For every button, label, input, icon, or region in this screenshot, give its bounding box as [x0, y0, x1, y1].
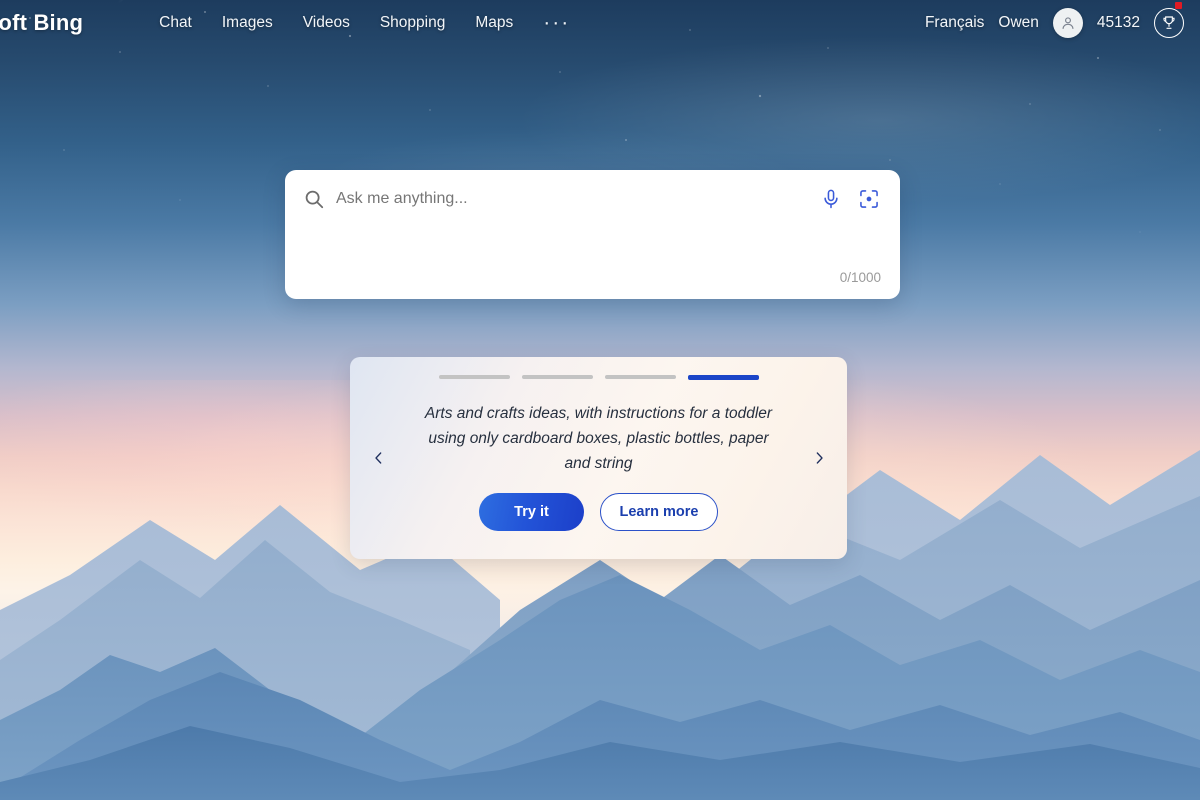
notification-badge — [1175, 2, 1182, 9]
suggestion-card-buttons: Try it Learn more — [479, 492, 718, 531]
carousel-next-button[interactable] — [806, 443, 832, 473]
search-box-top-row — [285, 170, 900, 228]
character-counter: 0/1000 — [839, 270, 881, 285]
bing-homepage: soft Bing Chat Images Videos Shopping Ma… — [0, 0, 1200, 800]
nav-videos[interactable]: Videos — [303, 14, 350, 32]
account-name[interactable]: Owen — [998, 14, 1039, 32]
carousel-indicators — [438, 375, 759, 380]
bing-logo[interactable]: soft Bing — [0, 10, 83, 36]
avatar[interactable] — [1052, 8, 1083, 38]
suggestion-card: Arts and crafts ideas, with instructions… — [350, 357, 847, 559]
language-selector[interactable]: Français — [925, 14, 984, 32]
main-navigation: Chat Images Videos Shopping Maps ··· — [159, 12, 570, 33]
search-box[interactable]: 0/1000 — [285, 170, 900, 299]
nav-maps[interactable]: Maps — [475, 14, 513, 32]
nav-more-icon[interactable]: ··· — [543, 12, 570, 33]
try-it-button[interactable]: Try it — [479, 492, 584, 531]
header-right-actions: Français Owen 45132 — [925, 2, 1190, 38]
carousel-indicator-2[interactable] — [521, 375, 593, 379]
top-header: soft Bing Chat Images Videos Shopping Ma… — [0, 0, 1200, 46]
learn-more-button[interactable]: Learn more — [600, 492, 718, 531]
chevron-left-icon — [374, 452, 381, 464]
search-icon — [302, 187, 326, 211]
chevron-right-icon — [816, 452, 823, 464]
carousel-indicator-3[interactable] — [604, 375, 676, 379]
carousel-prev-button[interactable] — [365, 443, 391, 473]
search-input[interactable] — [336, 190, 819, 208]
nav-chat[interactable]: Chat — [159, 14, 192, 32]
search-actions — [819, 187, 881, 211]
visual-search-icon[interactable] — [857, 187, 881, 211]
nav-shopping[interactable]: Shopping — [380, 14, 446, 32]
carousel-indicator-1[interactable] — [438, 375, 510, 379]
nav-images[interactable]: Images — [222, 14, 273, 32]
person-icon — [1062, 17, 1074, 29]
trophy-icon — [1163, 16, 1175, 29]
rewards-points[interactable]: 45132 — [1097, 14, 1140, 32]
microphone-icon[interactable] — [819, 187, 843, 211]
suggestion-text: Arts and crafts ideas, with instructions… — [424, 404, 773, 472]
carousel-indicator-4[interactable] — [687, 375, 759, 380]
rewards-button[interactable] — [1154, 2, 1184, 38]
